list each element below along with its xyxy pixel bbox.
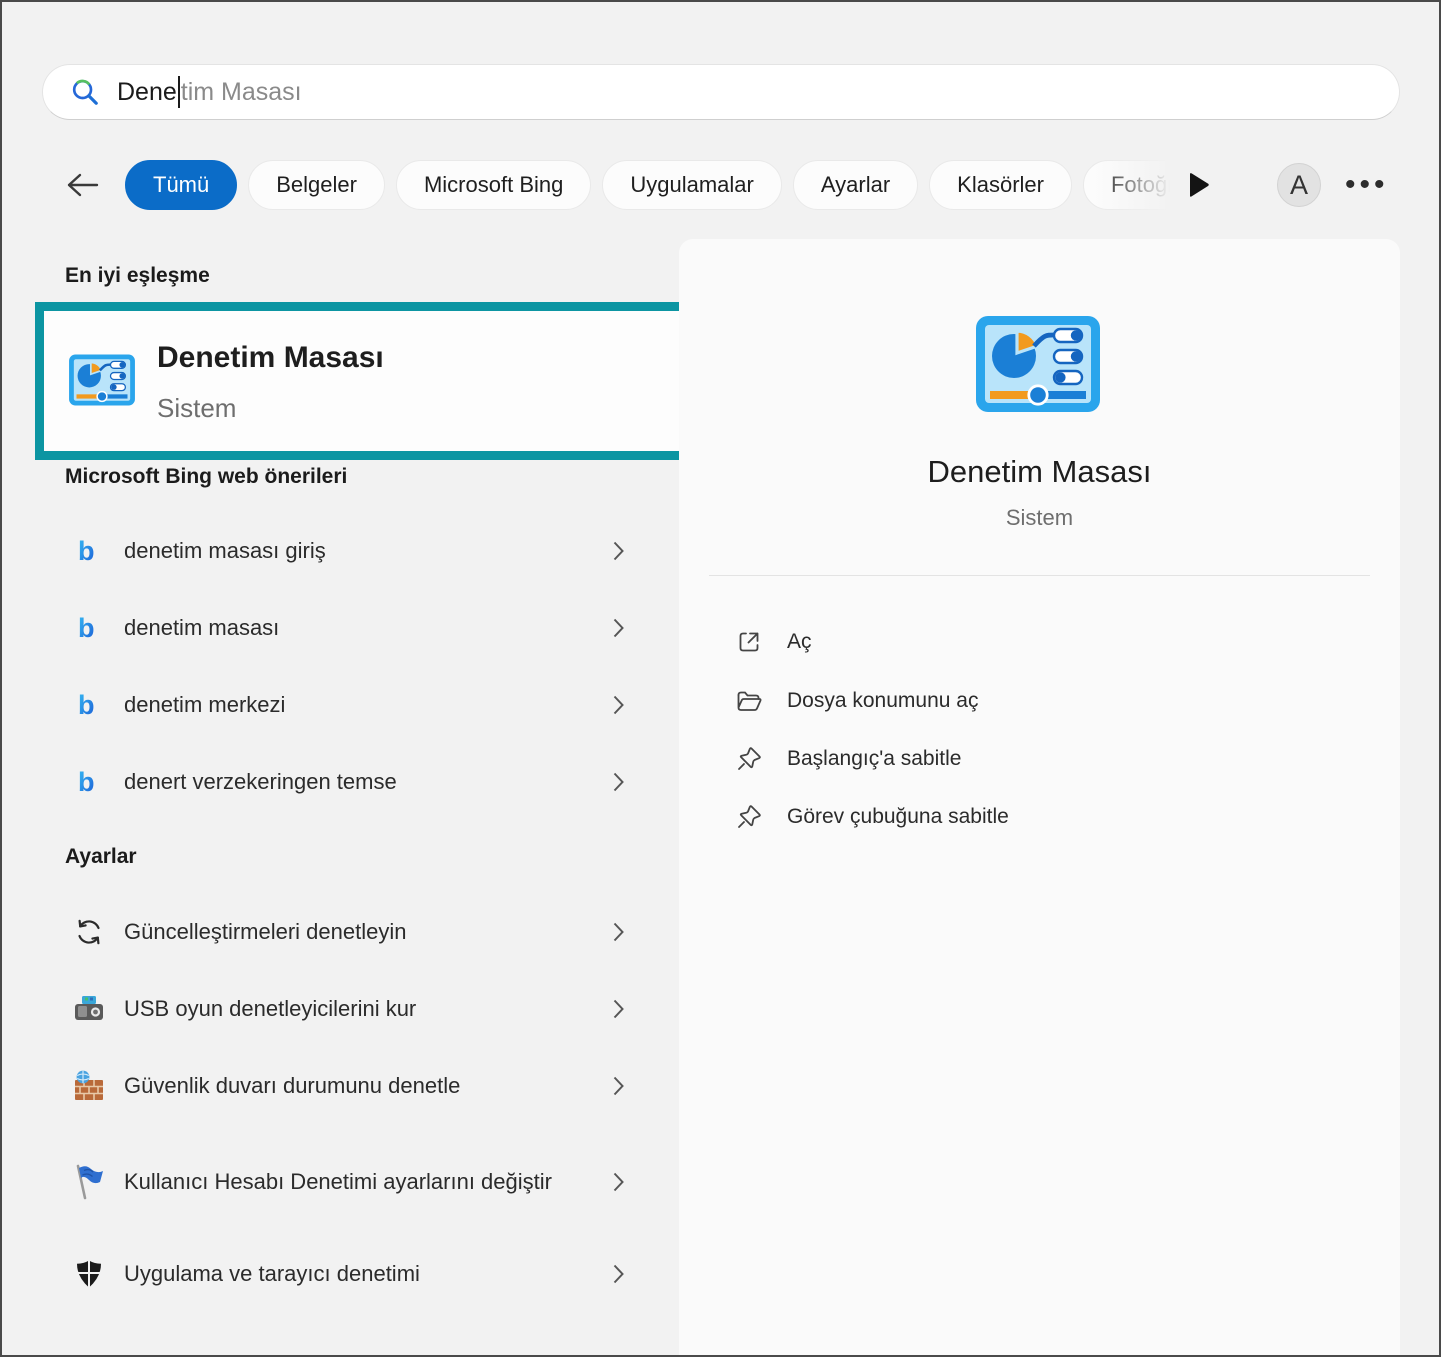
tab-klasorler[interactable]: Klasörler: [929, 160, 1072, 210]
control-panel-icon: [974, 314, 1102, 414]
bing-suggestion-row[interactable]: b denetim merkezi: [35, 677, 649, 733]
action-pin-to-start[interactable]: Başlangıç'a sabitle: [719, 737, 1339, 781]
filter-tab-list: Tümü Belgeler Microsoft Bing Uygulamalar…: [125, 158, 1183, 212]
search-completion-text: tim Masası: [181, 78, 302, 107]
settings-result-row[interactable]: Kullanıcı Hesabı Denetimi ayarlarını değ…: [35, 1142, 649, 1222]
options-menu-button[interactable]: •••: [1345, 166, 1393, 204]
settings-result-label: Kullanıcı Hesabı Denetimi ayarlarını değ…: [124, 1164, 554, 1200]
settings-result-label: Güvenlik duvarı durumunu denetle: [124, 1068, 554, 1104]
account-avatar[interactable]: A: [1277, 163, 1321, 207]
suggestion-label: denetim masası: [124, 610, 554, 646]
tab-ayarlar[interactable]: Ayarlar: [793, 160, 918, 210]
tab-microsoft-bing[interactable]: Microsoft Bing: [396, 160, 591, 210]
folder-icon: [735, 689, 763, 713]
avatar-letter: A: [1290, 170, 1308, 201]
chevron-right-icon: [612, 771, 625, 793]
text-caret: [178, 76, 180, 108]
search-input[interactable]: Dene tim Masası: [42, 64, 1400, 120]
search-typed-text: Dene: [117, 78, 177, 107]
settings-result-label: USB oyun denetleyicilerini kur: [124, 991, 554, 1027]
best-match-result[interactable]: Denetim Masası Sistem: [35, 302, 759, 460]
chevron-right-icon: [612, 540, 625, 562]
action-label: Dosya konumunu aç: [787, 689, 978, 713]
bing-suggestion-row[interactable]: b denetim masası giriş: [35, 523, 649, 579]
svg-text:b: b: [78, 769, 95, 796]
chevron-right-icon: [612, 694, 625, 716]
bing-suggestion-row[interactable]: b denert verzekeringen temse: [35, 754, 649, 810]
ellipsis-icon: •••: [1345, 168, 1389, 202]
firewall-icon: [72, 1069, 106, 1103]
pin-icon: [735, 746, 763, 772]
preview-panel: Denetim Masası Sistem Aç Dosya konumunu …: [679, 239, 1400, 1357]
preview-subtitle: Sistem: [679, 505, 1400, 531]
bing-icon: b: [72, 615, 106, 642]
filter-tabs-bar: Tümü Belgeler Microsoft Bing Uygulamalar…: [2, 158, 1441, 212]
tab-fotograflar[interactable]: Fotoğraflar: [1083, 160, 1183, 210]
uac-flag-icon: [72, 1163, 106, 1201]
settings-result-row[interactable]: Güncelleştirmeleri denetleyin: [35, 904, 649, 960]
security-shield-icon: [72, 1259, 106, 1289]
best-match-subtitle: Sistem: [157, 393, 236, 424]
tab-tumu[interactable]: Tümü: [125, 160, 237, 210]
preview-title: Denetim Masası: [679, 454, 1400, 490]
settings-result-label: Uygulama ve tarayıcı denetimi: [124, 1256, 554, 1292]
action-label: Başlangıç'a sabitle: [787, 747, 961, 771]
settings-result-row[interactable]: Uygulama ve tarayıcı denetimi: [35, 1246, 649, 1302]
settings-result-row[interactable]: USB oyun denetleyicilerini kur: [35, 981, 649, 1037]
chevron-right-icon: [612, 617, 625, 639]
section-best-match-title: En iyi eşleşme: [65, 264, 210, 288]
control-panel-icon: [68, 353, 136, 407]
action-open-file-location[interactable]: Dosya konumunu aç: [719, 679, 1339, 723]
chevron-right-icon: [612, 1263, 625, 1285]
open-external-icon: [735, 629, 763, 655]
back-button[interactable]: [60, 168, 104, 202]
bing-icon: b: [72, 538, 106, 565]
settings-result-label: Güncelleştirmeleri denetleyin: [124, 914, 554, 950]
chevron-right-icon: [612, 998, 625, 1020]
best-match-title: Denetim Masası: [157, 341, 384, 375]
chevron-right-icon: [612, 921, 625, 943]
windows-search-panel: Dene tim Masası Tümü Belgeler Microsoft …: [0, 0, 1441, 1357]
suggestion-label: denert verzekeringen temse: [124, 764, 554, 800]
search-icon: [69, 76, 101, 108]
section-bing-title: Microsoft Bing web önerileri: [65, 465, 347, 489]
svg-text:b: b: [78, 692, 95, 719]
pin-icon: [735, 804, 763, 830]
play-triangle-icon: [1186, 171, 1212, 199]
section-settings-title: Ayarlar: [65, 845, 137, 869]
back-arrow-icon: [64, 172, 100, 198]
suggestion-label: denetim merkezi: [124, 687, 554, 723]
bing-icon: b: [72, 692, 106, 719]
more-tabs-button[interactable]: [1186, 171, 1212, 199]
action-pin-to-taskbar[interactable]: Görev çubuğuna sabitle: [719, 795, 1339, 839]
game-controller-icon: [72, 994, 106, 1024]
chevron-right-icon: [612, 1171, 625, 1193]
tab-belgeler[interactable]: Belgeler: [248, 160, 385, 210]
settings-result-row[interactable]: Güvenlik duvarı durumunu denetle: [35, 1058, 649, 1114]
sync-icon: [72, 917, 106, 947]
bing-icon: b: [72, 769, 106, 796]
tab-uygulamalar[interactable]: Uygulamalar: [602, 160, 782, 210]
action-label: Görev çubuğuna sabitle: [787, 805, 1009, 829]
action-open[interactable]: Aç: [719, 620, 1339, 664]
bing-suggestion-row[interactable]: b denetim masası: [35, 600, 649, 656]
svg-text:b: b: [78, 538, 95, 565]
chevron-right-icon: [612, 1075, 625, 1097]
action-label: Aç: [787, 630, 812, 654]
svg-text:b: b: [78, 615, 95, 642]
suggestion-label: denetim masası giriş: [124, 533, 554, 569]
divider: [709, 575, 1370, 576]
